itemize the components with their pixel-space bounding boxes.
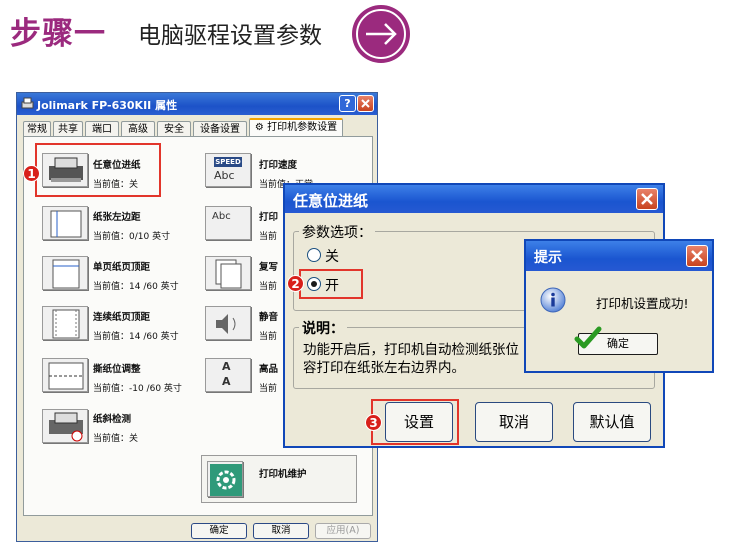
item-title-quality: 高品: [259, 364, 279, 375]
tab-printer-params-label: 打印机参数设置: [267, 122, 338, 133]
item-title-font: 打印: [259, 212, 279, 223]
radio-on-dot: [311, 281, 317, 287]
item-title-single-top: 单页纸页顶距: [93, 262, 151, 273]
item-value-continuous-top: 当前值：14 /60 英寸: [93, 332, 179, 342]
item-value-skew: 当前值：关: [93, 434, 139, 444]
options-group-label: 参数选项：: [299, 222, 375, 242]
tab-ports[interactable]: 端口: [85, 121, 119, 137]
font-icon-text: Abc: [212, 211, 231, 222]
desc-label: 说明：: [299, 318, 347, 338]
printer-feed-icon[interactable]: [42, 153, 88, 187]
ok-button[interactable]: 确定: [191, 523, 247, 539]
item-value-single-top: 当前值：14 /60 英寸: [93, 282, 179, 292]
radio-on-label: 开: [325, 278, 339, 294]
tip-dialog-title: 提示: [534, 250, 562, 266]
badge-3: 3: [365, 414, 382, 431]
apply-button[interactable]: 应用(A): [315, 523, 371, 539]
tab-sharing[interactable]: 共享: [53, 121, 83, 137]
arrow-right-icon: [352, 5, 410, 63]
skew-detect-icon[interactable]: [42, 409, 88, 443]
item-title-tear-off: 撕纸位调整: [93, 364, 141, 375]
item-value-mute: 当前: [259, 332, 278, 342]
badge-1: 1: [23, 165, 40, 182]
info-icon: [540, 287, 566, 313]
item-value-feed: 当前值：关: [93, 180, 139, 190]
item-title-skew: 纸斜检测: [93, 414, 132, 425]
feed-dialog-close-button[interactable]: [636, 188, 658, 210]
cancel-button[interactable]: 取消: [253, 523, 309, 539]
item-title-copy: 复写: [259, 262, 279, 273]
gear-icon: ⚙: [254, 122, 264, 133]
item-title-left-margin: 纸张左边距: [93, 212, 141, 223]
left-margin-icon[interactable]: [42, 206, 88, 240]
item-title-continuous-top: 连续纸页顶距: [93, 312, 151, 323]
item-title-feed: 任意位进纸: [93, 160, 141, 171]
item-value-copy: 当前: [259, 282, 278, 292]
radio-on[interactable]: [307, 277, 321, 291]
quality-icon-a2: A: [222, 375, 231, 388]
tip-message: 打印机设置成功!: [596, 296, 689, 311]
item-value-left-margin: 当前值：0/10 英寸: [93, 232, 171, 242]
feed-cancel-button[interactable]: 取消: [475, 402, 553, 442]
step-title: 步骤一: [10, 16, 106, 52]
tab-security[interactable]: 安全: [157, 121, 191, 137]
item-value-font: 当前: [259, 232, 278, 242]
quality-icon[interactable]: A A: [205, 358, 251, 392]
tip-ok-label: 确定: [607, 337, 629, 350]
radio-off[interactable]: [307, 248, 321, 262]
check-icon: [574, 325, 602, 351]
step-subtitle: 电脑驱程设置参数: [138, 23, 322, 49]
tip-dialog: 提示 打印机设置成功! 确定: [524, 239, 714, 373]
tab-advanced[interactable]: 高级: [121, 121, 155, 137]
item-title-maintenance: 打印机维护: [259, 469, 307, 480]
speed-icon[interactable]: SPEED Abc: [205, 153, 251, 187]
item-value-quality: 当前: [259, 384, 278, 394]
tab-printer-params[interactable]: ⚙ 打印机参数设置: [249, 118, 343, 137]
feed-dialog-titlebar: 任意位进纸: [285, 185, 663, 213]
tip-close-button[interactable]: [686, 245, 708, 267]
speed-icon-label: SPEED: [214, 157, 242, 167]
feed-dialog-title: 任意位进纸: [293, 192, 369, 210]
default-button[interactable]: 默认值: [573, 402, 651, 442]
tip-dialog-titlebar: 提示: [526, 241, 712, 271]
speed-icon-text: Abc: [214, 169, 235, 182]
desc-line-1: 功能开启后，打印机自动检测纸张位: [303, 342, 519, 358]
help-button[interactable]: ?: [339, 95, 356, 112]
badge-2: 2: [287, 275, 304, 292]
properties-title: Jolimark FP-630KII 属性: [37, 99, 178, 112]
maintenance-gear-icon[interactable]: [207, 461, 243, 497]
properties-titlebar: Jolimark FP-630KII 属性 ?: [17, 93, 377, 115]
printer-icon: [21, 97, 34, 110]
tear-off-icon[interactable]: [42, 358, 88, 392]
mute-icon[interactable]: [205, 306, 251, 340]
set-button[interactable]: 设置: [385, 402, 453, 442]
radio-off-label: 关: [325, 249, 339, 265]
single-sheet-top-icon[interactable]: [42, 256, 88, 290]
item-title-speed: 打印速度: [259, 160, 298, 171]
continuous-paper-top-icon[interactable]: [42, 306, 88, 340]
item-title-mute: 静音: [259, 312, 279, 323]
desc-line-2: 容打印在纸张左右边界内。: [303, 360, 465, 376]
tab-device-settings[interactable]: 设备设置: [193, 121, 247, 137]
item-value-tear-off: 当前值：-10 /60 英寸: [93, 384, 182, 394]
copy-icon[interactable]: [205, 256, 251, 290]
quality-icon-a1: A: [222, 360, 231, 373]
close-button[interactable]: [357, 95, 374, 112]
font-icon[interactable]: Abc: [205, 206, 251, 240]
tab-general[interactable]: 常规: [23, 121, 51, 137]
